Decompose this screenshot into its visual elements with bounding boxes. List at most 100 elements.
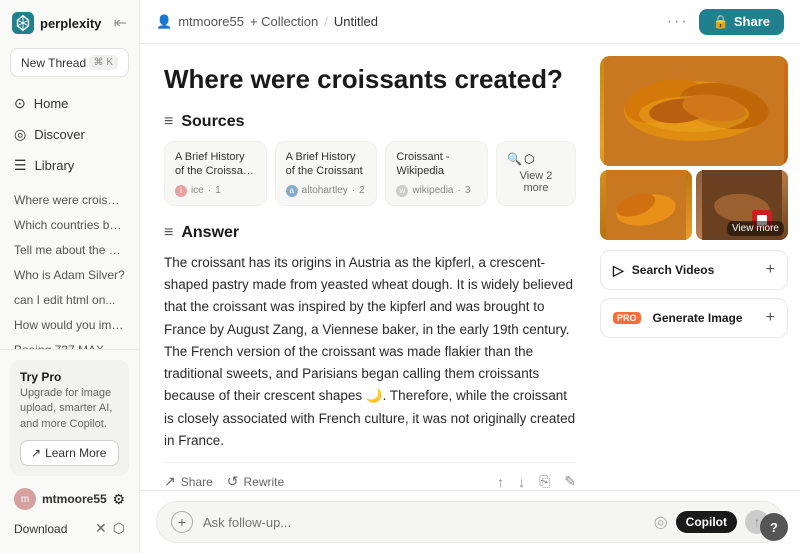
generate-image-label: PRO Generate Image (613, 311, 743, 325)
edit-icon[interactable]: ✎ (564, 473, 576, 490)
input-actions: ◎ Copilot ↑ (654, 510, 769, 534)
pro-badge: PRO (613, 312, 641, 324)
try-pro-title: Try Pro (20, 370, 119, 384)
add-attachment-button[interactable]: + (171, 511, 193, 533)
croissant-main-image-svg (600, 56, 788, 166)
source-card-meta: i ice · 1 (175, 185, 256, 197)
history-item[interactable]: Tell me about the histor... (6, 238, 133, 262)
library-icon: ☰ (14, 157, 27, 174)
search-videos-label: ▷ Search Videos (613, 262, 714, 279)
new-thread-button[interactable]: New Thread ⌘ K (10, 48, 129, 77)
sidebar-item-home-label: Home (34, 96, 69, 111)
input-box: + ◎ Copilot ↑ (156, 501, 784, 543)
source-card-3[interactable]: Croissant - Wikipedia w wikipedia · 3 (385, 141, 488, 206)
source-card-1[interactable]: A Brief History of the Croissant | Insti… (164, 141, 267, 206)
sidebar-collapse-icon[interactable]: ⇤ (114, 13, 127, 33)
add-icon: + (766, 261, 775, 279)
topbar-user-icon: 👤 (156, 14, 172, 30)
source-card-title: Croissant - Wikipedia (396, 150, 477, 179)
perplexity-logo-icon (12, 12, 34, 34)
history-item[interactable]: can I edit html on... (6, 288, 133, 312)
microphone-icon[interactable]: ◎ (654, 512, 668, 532)
sidebar-history: Where were croissants... Which countries… (0, 188, 139, 349)
avatar: m (14, 488, 36, 510)
learn-more-button[interactable]: ↗ Learn More (20, 440, 119, 466)
help-button[interactable]: ? (760, 513, 788, 541)
sidebar-item-discover-label: Discover (34, 127, 85, 142)
learn-more-arrow-icon: ↗ (31, 446, 41, 460)
sidebar-user: m mtmoore55 ⚙ (10, 484, 129, 514)
share-button[interactable]: 🔒 Share (699, 9, 784, 35)
follow-up-input[interactable] (203, 515, 644, 530)
view-more-icons: 🔍⬡ (507, 152, 565, 166)
sidebar-item-discover[interactable]: ◎ Discover (6, 120, 133, 149)
share-answer-button[interactable]: ↗ Share (164, 473, 213, 490)
breadcrumb-slash: / (324, 14, 328, 29)
thumb-image-2[interactable]: View more (696, 170, 788, 240)
content-sidebar: View more ▷ Search Videos + PRO Generate… (600, 44, 800, 490)
discover-icon: ◎ (14, 126, 26, 143)
bottom-bar: + ◎ Copilot ↑ (140, 490, 800, 553)
sidebar-nav: ⊙ Home ◎ Discover ☰ Library (0, 83, 139, 188)
image-row: View more (600, 170, 788, 240)
topbar: 👤 mtmoore55 + Collection / Untitled ··· … (140, 0, 800, 44)
sources-section-header: ≡ Sources (164, 113, 576, 131)
answer-section-header: ≡ Answer (164, 224, 576, 242)
download-label: Download (14, 522, 67, 536)
topbar-actions: ··· 🔒 Share (667, 9, 784, 35)
lock-icon: 🔒 (713, 14, 729, 30)
source-card-title: A Brief History of the Croissant | Insti… (175, 150, 256, 179)
answer-icon: ≡ (164, 224, 173, 242)
source-favicon: w (396, 185, 408, 197)
question-title: Where were croissants created? (164, 64, 576, 95)
share-icon: ↗ (164, 473, 176, 490)
content-area: Where were croissants created? ≡ Sources… (140, 44, 800, 490)
history-item[interactable]: Where were croissants... (6, 188, 133, 212)
thumb1-svg (600, 170, 692, 240)
answer-text: The croissant has its origins in Austria… (164, 252, 576, 452)
home-icon: ⊙ (14, 95, 26, 112)
download-icons: ✕ ⬡ (95, 520, 125, 537)
discord-icon[interactable]: ⬡ (113, 520, 125, 537)
sidebar-footer: Try Pro Upgrade for image upload, smarte… (0, 349, 139, 553)
source-card-meta: a altohartley · 2 (286, 185, 367, 197)
main-content: Where were croissants created? ≡ Sources… (140, 44, 600, 490)
settings-icon[interactable]: ⚙ (112, 491, 125, 508)
source-num: 1 (215, 185, 221, 196)
history-item[interactable]: Who is Adam Silver? (6, 263, 133, 287)
history-item[interactable]: Boeing 737 MAX... (6, 338, 133, 349)
sidebar-item-home[interactable]: ⊙ Home (6, 89, 133, 118)
answer-section: ≡ Answer The croissant has its origins i… (164, 224, 576, 490)
copilot-button[interactable]: Copilot (676, 511, 737, 533)
sidebar-header: perplexity ⇤ (0, 0, 139, 42)
sidebar: perplexity ⇤ New Thread ⌘ K ⊙ Home ◎ Dis… (0, 0, 140, 553)
more-options-button[interactable]: ··· (667, 13, 689, 31)
source-num: 3 (465, 185, 471, 196)
sidebar-item-library[interactable]: ☰ Library (6, 151, 133, 180)
answer-actions: ↗ Share ↺ Rewrite ↑ ↓ ⎘ ✎ (164, 462, 576, 490)
rewrite-button[interactable]: ↺ Rewrite (227, 473, 284, 490)
sidebar-download: Download ✕ ⬡ (10, 514, 129, 543)
sources-row: A Brief History of the Croissant | Insti… (164, 141, 576, 206)
close-icon[interactable]: ✕ (95, 520, 107, 537)
thumb-image-1[interactable] (600, 170, 692, 240)
history-item[interactable]: Which countries brew... (6, 213, 133, 237)
copy-icon[interactable]: ⎘ (539, 473, 550, 490)
main-image[interactable] (600, 56, 788, 166)
view-more-button[interactable]: 🔍⬡ View 2 more (496, 141, 576, 206)
page-title: Untitled (334, 14, 378, 29)
history-item[interactable]: How would you improv... (6, 313, 133, 337)
try-pro-box: Try Pro Upgrade for image upload, smarte… (10, 360, 129, 476)
search-videos-button[interactable]: ▷ Search Videos + (600, 250, 788, 290)
sidebar-item-library-label: Library (35, 158, 75, 173)
source-site: ice (191, 185, 204, 196)
thumbs-up-icon[interactable]: ↑ (497, 474, 504, 490)
image-grid: View more (600, 56, 788, 240)
thumbs-down-icon[interactable]: ↓ (518, 474, 525, 490)
topbar-collection-label[interactable]: + Collection (250, 14, 318, 29)
source-site: altohartley (302, 185, 348, 196)
sources-title: Sources (181, 113, 244, 131)
generate-image-button[interactable]: PRO Generate Image + (600, 298, 788, 338)
source-card-2[interactable]: A Brief History of the Croissant a altoh… (275, 141, 378, 206)
source-card-meta: w wikipedia · 3 (396, 185, 477, 197)
